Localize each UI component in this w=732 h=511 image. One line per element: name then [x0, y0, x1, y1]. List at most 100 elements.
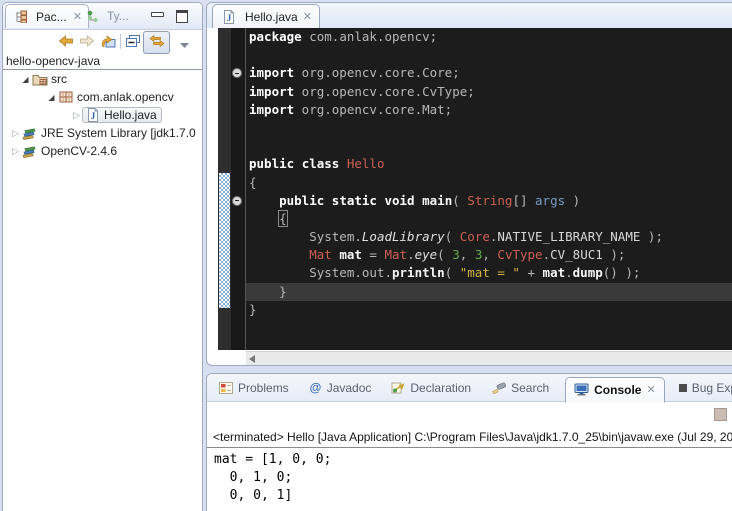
- tree-item-com-anlak-opencv[interactable]: ◢ com.anlak.opencv: [3, 88, 202, 106]
- tab-label: Console: [594, 383, 641, 397]
- tree-item-label: com.anlak.opencv: [77, 90, 174, 104]
- problems-icon: [219, 382, 233, 394]
- maximize-button[interactable]: [176, 10, 188, 23]
- console-area-tab-search[interactable]: Search: [491, 381, 549, 395]
- collapse-arrow-icon[interactable]: ◢: [20, 75, 31, 84]
- code-line: import org.opencv.core.CvType;: [246, 83, 732, 101]
- tab-label: Bug Explorer: [692, 381, 732, 395]
- javadoc-icon: @: [309, 381, 322, 394]
- library-icon: [22, 127, 38, 140]
- tab-label: Declaration: [410, 381, 471, 395]
- console-tab-row: Problems @ Javadoc Declaration Search Console…: [207, 374, 732, 402]
- code-line: System.LoadLibrary( Core.NATIVE_LIBRARY_…: [246, 228, 732, 246]
- package-explorer-view: Pac... ✕ Ty... hello-opencv-java ◢src◢: [2, 2, 203, 511]
- library-icon: [22, 145, 38, 158]
- link-with-editor-icon: [148, 34, 166, 51]
- console-area-tab-bug-explorer[interactable]: Bug Explorer: [679, 381, 732, 395]
- forward-icon[interactable]: [78, 33, 96, 49]
- expand-arrow-icon[interactable]: ▷: [10, 128, 21, 139]
- tree-item-hello-java[interactable]: ▷ J Hello.java: [3, 106, 202, 124]
- collapse-arrow-icon[interactable]: ◢: [46, 93, 57, 102]
- project-label: hello-opencv-java: [6, 54, 100, 68]
- console-status-line: <terminated> Hello [Java Application] C:…: [213, 430, 732, 444]
- explorer-tab-row: Pac... ✕ Ty...: [3, 3, 202, 30]
- fold-collapse-icon[interactable]: [232, 196, 242, 206]
- svg-text:J: J: [91, 111, 96, 121]
- folding-margin[interactable]: [231, 28, 245, 350]
- tree-item-jre-system-library-jdk1-7-0[interactable]: ▷ JRE System Library [jdk1.7.0: [3, 124, 202, 142]
- console-output-line: mat = [1, 0, 0;: [214, 451, 732, 469]
- code-line: [246, 46, 732, 64]
- editor-area: J Hello.java ✕ package com.anlak.opencv;…: [206, 2, 732, 366]
- horizontal-scrollbar[interactable]: [246, 351, 732, 366]
- console-area-tab-declaration[interactable]: Declaration: [391, 381, 471, 395]
- tree-item-project-root[interactable]: hello-opencv-java: [3, 54, 202, 70]
- tab-label: Problems: [238, 381, 289, 395]
- close-icon[interactable]: ✕: [303, 10, 312, 23]
- console-status-underline: [207, 447, 732, 448]
- package-explorer-icon: [13, 10, 29, 23]
- tab-label: Pac...: [36, 10, 67, 24]
- declaration-icon: [391, 382, 405, 394]
- editor-tab-row: J Hello.java ✕: [207, 3, 732, 29]
- link-with-editor-button[interactable]: [143, 31, 170, 54]
- selected-tree-item: J Hello.java: [82, 107, 162, 123]
- tree-item-label: JRE System Library [jdk1.7.0: [41, 126, 196, 140]
- code-editor[interactable]: package com.anlak.opencv; import org.open…: [246, 28, 732, 350]
- console-icon: [574, 383, 589, 396]
- java-file-icon: J: [85, 108, 101, 122]
- console-toolbar-button[interactable]: [714, 408, 727, 421]
- fold-collapse-icon[interactable]: [232, 68, 242, 78]
- explorer-toolbar: [3, 30, 202, 54]
- close-icon[interactable]: ✕: [646, 383, 655, 396]
- editor-tab-label: Hello.java: [245, 10, 298, 24]
- expand-arrow-icon[interactable]: ▷: [10, 146, 21, 157]
- view-menu-icon[interactable]: [175, 37, 193, 53]
- tree-item-src[interactable]: ◢src: [3, 70, 202, 88]
- tab-label: Ty...: [107, 9, 129, 23]
- bug-square-icon: [679, 384, 687, 392]
- svg-text:@: @: [309, 381, 321, 394]
- code-line-current: }: [246, 283, 732, 301]
- expand-arrow-icon[interactable]: ▷: [71, 110, 82, 121]
- minimize-button[interactable]: [151, 12, 164, 17]
- console-area-tab-console[interactable]: Console ✕: [565, 377, 665, 403]
- code-line: public class Hello: [246, 155, 732, 173]
- editor-tab-hello-java[interactable]: J Hello.java ✕: [212, 4, 320, 28]
- range-indicator: [219, 173, 230, 308]
- search-icon: [491, 382, 506, 394]
- up-icon[interactable]: [99, 33, 117, 49]
- console-output-line: 0, 1, 0;: [214, 469, 732, 487]
- tree-item-opencv-2-4-6[interactable]: ▷ OpenCV-2.4.6: [3, 142, 202, 160]
- package-icon: [58, 91, 74, 103]
- tab-type-hierarchy[interactable]: Ty...: [77, 4, 135, 28]
- code-line: package com.anlak.opencv;: [246, 28, 732, 46]
- scroll-left-arrow-icon[interactable]: [249, 355, 255, 363]
- console-area-tab-problems[interactable]: Problems: [219, 381, 289, 395]
- console-area-tab-javadoc[interactable]: @ Javadoc: [309, 381, 372, 395]
- collapse-all-icon[interactable]: [124, 33, 142, 49]
- code-line: import org.opencv.core.Core;: [246, 64, 732, 82]
- toolbar-separator: [120, 34, 121, 49]
- code-line: {: [246, 210, 732, 228]
- console-output[interactable]: mat = [1, 0, 0; 0, 1, 0; 0, 0, 1]: [214, 451, 732, 505]
- code-line: }: [246, 301, 732, 319]
- tab-label: Javadoc: [327, 381, 372, 395]
- console-output-line: 0, 0, 1]: [214, 487, 732, 505]
- code-line: [246, 119, 732, 137]
- tab-label: Search: [511, 381, 549, 395]
- code-line: System.out.println( "mat = " + mat.dump(…: [246, 264, 732, 282]
- svg-text:J: J: [227, 13, 232, 23]
- code-line: public static void main( String[] args ): [246, 192, 732, 210]
- eclipse-workbench: Pac... ✕ Ty... hello-opencv-java ◢src◢: [0, 0, 732, 511]
- editor-content: package com.anlak.opencv; import org.open…: [207, 28, 732, 350]
- code-line: [246, 137, 732, 155]
- back-icon[interactable]: [57, 33, 75, 49]
- code-lines: package com.anlak.opencv; import org.open…: [246, 28, 732, 319]
- project-tree: ◢src◢com.anlak.opencv▷JHello.java▷JRE Sy…: [3, 70, 202, 160]
- console-view: Problems @ Javadoc Declaration Search Console…: [206, 373, 732, 511]
- type-hierarchy-icon: [84, 10, 100, 23]
- tree-item-label: OpenCV-2.4.6: [41, 144, 117, 158]
- java-file-icon: J: [221, 10, 237, 24]
- tree-item-label: Hello.java: [104, 108, 157, 122]
